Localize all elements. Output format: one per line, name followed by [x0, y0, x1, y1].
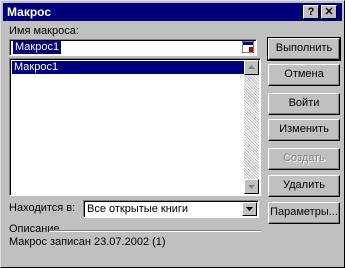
location-select[interactable]: Все открытые книги [83, 200, 259, 218]
close-button[interactable]: ✕ [321, 5, 337, 19]
description-text: Макрос записан 23.07.2002 (1) [9, 236, 166, 248]
window-title: Макрос [7, 5, 51, 19]
arrow-down-icon [248, 185, 255, 189]
macro-name-label: Имя макроса: [9, 25, 79, 37]
dropdown-button[interactable] [242, 202, 257, 216]
delete-button[interactable]: Удалить [268, 175, 340, 197]
run-button[interactable]: Выполнить [267, 37, 341, 61]
location-value: Все открытые книги [87, 203, 189, 215]
macro-name-input[interactable]: Макрос1 [9, 39, 257, 56]
options-button[interactable]: Параметры... [268, 202, 340, 224]
vertical-scrollbar[interactable] [244, 60, 259, 194]
list-item[interactable]: Макрос1 [12, 61, 244, 74]
chevron-down-icon [246, 207, 253, 211]
macro-list[interactable]: Макрос1 [9, 58, 261, 196]
collapse-dialog-icon[interactable] [241, 40, 255, 54]
macro-name-value: Макрос1 [13, 41, 62, 54]
description-divider [49, 230, 261, 232]
scroll-down-button[interactable] [244, 179, 259, 194]
title-bar: Макрос ? ✕ [3, 3, 342, 21]
description-label: Описание [9, 223, 60, 235]
step-into-button[interactable]: Войти [268, 93, 340, 115]
macro-dialog: Макрос ? ✕ Имя макроса: Макрос1 Макрос1 … [0, 0, 345, 268]
arrow-up-icon [248, 65, 255, 69]
cancel-button[interactable]: Отмена [268, 64, 340, 86]
create-button[interactable]: Создать [268, 148, 340, 170]
edit-button[interactable]: Изменить [268, 119, 340, 141]
scroll-up-button[interactable] [244, 60, 259, 75]
location-label: Находится в: [9, 202, 76, 214]
help-button[interactable]: ? [303, 5, 319, 19]
